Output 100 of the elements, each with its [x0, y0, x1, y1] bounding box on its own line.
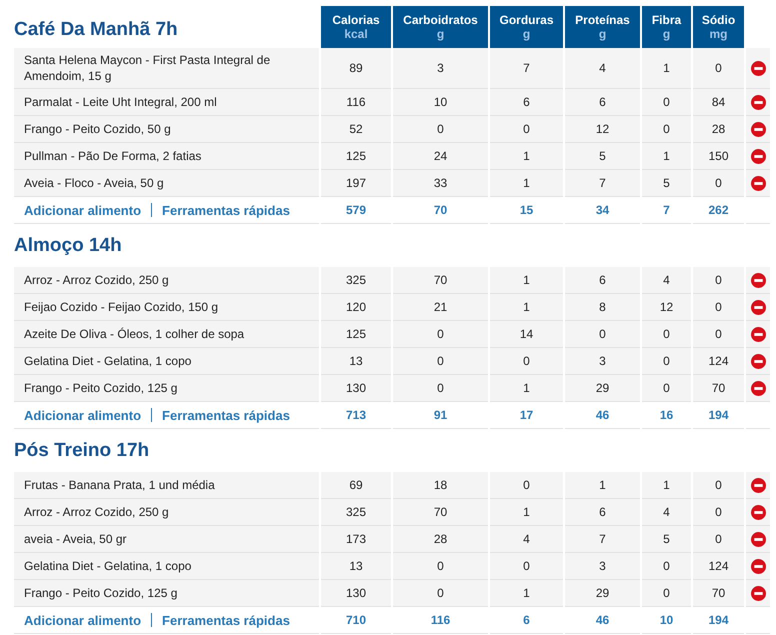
- table-cell: 0: [642, 89, 691, 116]
- table-cell: 6: [565, 267, 640, 294]
- table-cell: 28: [693, 116, 744, 143]
- table-cell: 8: [565, 294, 640, 321]
- table-cell: 0: [393, 375, 488, 402]
- table-cell: 0: [393, 116, 488, 143]
- table-cell: 89: [321, 48, 391, 89]
- food-name: Azeite De Oliva - Óleos, 1 colher de sopa: [14, 321, 319, 348]
- table-cell: 116: [321, 89, 391, 116]
- table-cell: 4: [642, 499, 691, 526]
- remove-button[interactable]: [750, 532, 766, 546]
- table-cell: 0: [642, 375, 691, 402]
- footer-link[interactable]: Ferramentas rápidas: [162, 408, 290, 422]
- table-cell: 0: [393, 580, 488, 607]
- table-cell: 150: [693, 143, 744, 170]
- table-cell: 0: [642, 348, 691, 375]
- food-name: Frango - Peito Cozido, 125 g: [14, 580, 319, 607]
- column-header: Calorias kcal: [321, 6, 391, 48]
- table-cell: 13: [321, 553, 391, 580]
- table-cell: 0: [565, 321, 640, 348]
- table-cell: 0: [693, 294, 744, 321]
- column-header: Gorduras g: [490, 6, 563, 48]
- table-cell: 1: [490, 375, 563, 402]
- footer-link[interactable]: Ferramentas rápidas: [162, 202, 290, 218]
- remove-button[interactable]: [750, 326, 766, 342]
- footer-link[interactable]: Adicionar alimento: [24, 202, 142, 218]
- table-cell: 1: [642, 143, 691, 170]
- table-cell: 29: [565, 375, 640, 402]
- table-cell: 130: [321, 580, 391, 607]
- footer-link[interactable]: Adicionar alimento: [24, 612, 142, 628]
- table-cell: 0: [693, 267, 744, 294]
- food-name: Frango - Peito Cozido, 125 g: [14, 375, 319, 402]
- remove-button[interactable]: [750, 504, 766, 520]
- table-cell: 7: [565, 526, 640, 553]
- table-cell: 0: [642, 580, 691, 607]
- food-name: Parmalat - Leite Uht Integral, 200 ml: [14, 89, 319, 116]
- remove-button[interactable]: [750, 478, 766, 492]
- table-cell: 0: [490, 116, 563, 143]
- table-cell: 0: [642, 116, 691, 143]
- table-cell: 6: [490, 89, 563, 116]
- table-cell: 125: [321, 143, 391, 170]
- table-cell: 4: [642, 267, 691, 294]
- food-name: Santa Helena Maycon - First Pasta Integral de Amendoim, 15 g: [14, 48, 319, 89]
- remove-button[interactable]: [750, 272, 766, 288]
- remove-button[interactable]: [750, 176, 766, 190]
- column-header: Proteínas g: [565, 6, 640, 48]
- table-cell: 0: [642, 553, 691, 580]
- table-cell: 120: [321, 294, 391, 321]
- table-cell: 1: [642, 472, 691, 499]
- food-name: Pullman - Pão De Forma, 2 fatias: [14, 143, 319, 170]
- remove-button[interactable]: [750, 558, 766, 574]
- table-cell: 0: [490, 348, 563, 375]
- remove-button[interactable]: [750, 94, 766, 110]
- table-cell: 0: [490, 472, 563, 499]
- table-cell: 13: [321, 348, 391, 375]
- table-cell: 0: [693, 48, 744, 89]
- table-cell: 124: [693, 553, 744, 580]
- remove-button[interactable]: [750, 586, 766, 600]
- table-cell: 5: [565, 143, 640, 170]
- table-cell: 0: [393, 553, 488, 580]
- table-cell: 0: [693, 526, 744, 553]
- table-cell: 24: [393, 143, 488, 170]
- table-cell: 5: [642, 526, 691, 553]
- table-cell: 0: [693, 170, 744, 197]
- food-name: Feijao Cozido - Feijao Cozido, 150 g: [14, 294, 319, 321]
- table-cell: 124: [693, 348, 744, 375]
- table-cell: 4: [490, 526, 563, 553]
- table-cell: 10: [393, 89, 488, 116]
- table-cell: 1: [642, 48, 691, 89]
- table-cell: 0: [693, 321, 744, 348]
- column-header: Sódio mg: [693, 6, 744, 48]
- table-cell: 197: [321, 170, 391, 197]
- table-cell: 84: [693, 89, 744, 116]
- table-cell: 6: [565, 89, 640, 116]
- section-title: Almoço 14h: [14, 234, 122, 256]
- table-cell: 0: [693, 472, 744, 499]
- remove-button[interactable]: [750, 60, 766, 76]
- food-name: Frutas - Banana Prata, 1 und média: [14, 472, 319, 499]
- table-cell: 1: [490, 267, 563, 294]
- table-cell: 130: [321, 375, 391, 402]
- table-cell: 325: [321, 267, 391, 294]
- table-cell: 5: [642, 170, 691, 197]
- remove-button[interactable]: [750, 122, 766, 136]
- table-cell: 70: [693, 375, 744, 402]
- table-cell: 14: [490, 321, 563, 348]
- remove-button[interactable]: [750, 354, 766, 368]
- table-cell: 52: [321, 116, 391, 143]
- table-cell: 0: [642, 321, 691, 348]
- column-header: Carboidratos g: [393, 6, 488, 48]
- food-name: Gelatina Diet - Gelatina, 1 copo: [14, 553, 319, 580]
- remove-button[interactable]: [750, 380, 766, 396]
- table-cell: 3: [565, 348, 640, 375]
- remove-button[interactable]: [750, 300, 766, 314]
- remove-button[interactable]: [750, 148, 766, 164]
- table-cell: 125: [321, 321, 391, 348]
- food-name: Arroz - Arroz Cozido, 250 g: [14, 499, 319, 526]
- footer-link[interactable]: Ferramentas rápidas: [162, 612, 290, 628]
- footer-link[interactable]: Adicionar alimento: [24, 408, 142, 422]
- table-cell: 3: [393, 48, 488, 89]
- table-cell: 6: [565, 499, 640, 526]
